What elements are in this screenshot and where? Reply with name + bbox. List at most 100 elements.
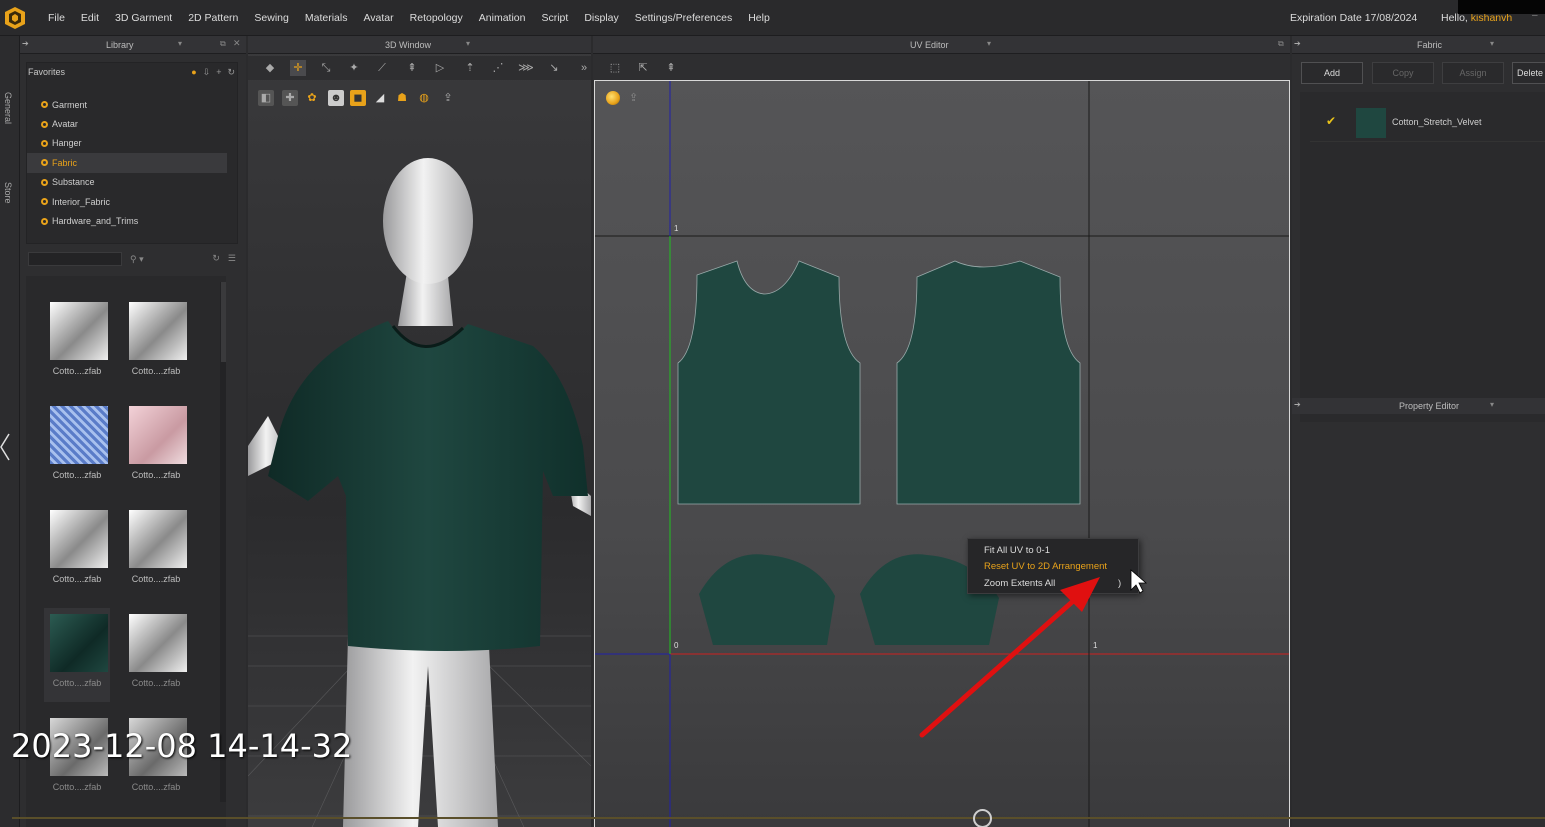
favorite-item-hanger[interactable]: Hanger [27, 134, 237, 153]
fabric-thumbnail[interactable]: Cotto....zfab [44, 608, 110, 702]
measure-tool-icon[interactable]: ⋰ [490, 60, 506, 76]
fabric-list-item[interactable]: ✔ Cotton_Stretch_Velvet [1310, 106, 1545, 142]
menu-3d-garment[interactable]: 3D Garment [107, 12, 180, 24]
menu-help[interactable]: Help [740, 12, 778, 24]
list-view-icon[interactable]: ☰ [228, 253, 236, 264]
undock-icon[interactable]: ⧉ [220, 39, 226, 49]
scrollbar-thumb[interactable] [221, 282, 226, 362]
add-button[interactable]: Add [1301, 62, 1363, 84]
assign-button[interactable]: Assign [1442, 62, 1504, 84]
menu-item-zoom-extents[interactable]: Zoom Extents All [984, 578, 1055, 589]
refresh-icon[interactable]: ↻ [227, 67, 235, 78]
dropdown-icon[interactable]: ▾ [466, 39, 470, 48]
avatar-tool-icon[interactable]: ⇡ [462, 60, 478, 76]
uv-transform-icon[interactable]: ⇱ [635, 60, 651, 76]
pin-tool-icon[interactable]: ⤡ [318, 60, 334, 76]
shade-icon[interactable]: ◼ [350, 90, 366, 106]
favorite-item-fabric[interactable]: Fabric [27, 153, 227, 173]
fold-tool-icon[interactable]: ⇞ [404, 60, 420, 76]
favorite-item-hardware-and-trims[interactable]: Hardware_and_Trims [27, 211, 237, 230]
fold-view-icon[interactable]: ◢ [372, 90, 388, 106]
uv-editor-header: UV Editor ▾ ⧉ [593, 36, 1290, 54]
window-3d[interactable]: 3D Window ▾ ◆ ✛ ⤡ ✦ ⟋ ⇞ ▷ ⇡ ⋰ ⋙ ↘ » ◧ ✚ … [248, 36, 591, 827]
undock-icon[interactable]: ⧉ [1278, 39, 1284, 49]
favorite-item-interior-fabric[interactable]: Interior_Fabric [27, 192, 237, 211]
favorite-item-substance[interactable]: Substance [27, 173, 237, 192]
menu-animation[interactable]: Animation [471, 12, 534, 24]
arrange-tool-icon[interactable]: ▷ [432, 60, 448, 76]
dropdown-icon[interactable]: ▾ [987, 39, 991, 48]
avatar-view-icon[interactable]: ☻ [328, 90, 344, 106]
brush-tool-icon[interactable]: ↘ [546, 60, 562, 76]
tape-tool-icon[interactable]: ⋙ [518, 60, 534, 76]
menu-script[interactable]: Script [533, 12, 576, 24]
menu-2d-pattern[interactable]: 2D Pattern [180, 12, 246, 24]
search-icon[interactable]: ⚲ ▾ [130, 254, 144, 265]
minimize-icon[interactable]: – [1532, 10, 1538, 21]
garment-tool-icon[interactable]: ✦ [346, 60, 362, 76]
fabric-thumbnail[interactable]: Cotto....zfab [44, 400, 110, 494]
dropdown-icon[interactable]: ▾ [1490, 400, 1494, 409]
menu-item-fit-all-uv[interactable]: Fit All UV to 0-1 [984, 545, 1050, 556]
pin-icon[interactable]: ➔ [22, 39, 29, 48]
menu-retopology[interactable]: Retopology [402, 12, 471, 24]
pin-icon[interactable]: ➔ [1294, 400, 1301, 409]
dropdown-icon[interactable]: ▾ [1490, 39, 1494, 48]
search-input[interactable] [28, 252, 122, 266]
fabric-thumbnail[interactable]: Cotto....zfab [123, 504, 189, 598]
globe-icon[interactable]: ◍ [416, 90, 432, 106]
move-tool-icon[interactable]: ✛ [290, 60, 306, 76]
menu-item-reset-uv[interactable]: Reset UV to 2D Arrangement [984, 561, 1107, 572]
expand-toolbar-icon[interactable]: » [576, 60, 591, 76]
favorite-item-avatar[interactable]: Avatar [27, 114, 237, 133]
fabric-thumbnail-image [129, 510, 187, 568]
favorite-add-icon[interactable]: ● [191, 67, 196, 78]
video-progress-knob[interactable] [973, 809, 992, 827]
import-icon[interactable]: ⇩ [203, 67, 211, 78]
uv-arrange-icon[interactable]: ⇞ [663, 60, 679, 76]
uv-export-icon[interactable]: ⇪ [629, 91, 638, 104]
window-3d-title: 3D Window [385, 40, 432, 50]
delete-button[interactable]: Delete [1512, 62, 1545, 84]
dropdown-icon[interactable]: ▾ [178, 39, 182, 48]
close-icon[interactable]: ✕ [233, 38, 241, 49]
favorite-item-garment[interactable]: Garment [27, 95, 237, 114]
tab-general[interactable]: General [3, 92, 13, 124]
app-logo-icon[interactable] [4, 6, 26, 30]
uv-canvas[interactable]: 1 0 1 ⇪ [594, 80, 1290, 827]
favorites-toolbar: ● ⇩ + ↻ [191, 67, 235, 78]
window-3d-header: 3D Window ▾ [248, 36, 591, 54]
uv-texture-icon[interactable] [606, 91, 620, 105]
menu-edit[interactable]: Edit [73, 12, 107, 24]
fabric-thumbnail[interactable]: Cotto....zfab [123, 608, 189, 702]
skin-icon[interactable]: ☗ [394, 90, 410, 106]
menu-materials[interactable]: Materials [297, 12, 356, 24]
fabric-thumbnail[interactable]: Cotto....zfab [44, 504, 110, 598]
video-progress-bar[interactable] [12, 817, 1545, 819]
menu-avatar[interactable]: Avatar [355, 12, 401, 24]
avatar-3d-model[interactable] [248, 146, 591, 827]
refresh-icon[interactable]: ↻ [212, 253, 220, 264]
fabric-thumbnail[interactable]: Cotto....zfab [123, 400, 189, 494]
select-tool-icon[interactable]: ◆ [262, 60, 278, 76]
fabric-thumbnail-label: Cotto....zfab [131, 678, 181, 688]
plus-icon[interactable]: + [216, 67, 221, 78]
scrollbar[interactable] [220, 282, 226, 802]
view-icon[interactable]: ◧ [258, 90, 274, 106]
favorite-label: Substance [52, 177, 95, 188]
menu-settings-preferences[interactable]: Settings/Preferences [627, 12, 740, 24]
pin-icon[interactable]: ➔ [1294, 39, 1301, 48]
fabric-thumbnail[interactable]: Cotto....zfab [123, 296, 189, 390]
export-icon[interactable]: ⇪ [440, 90, 456, 106]
texture-icon[interactable]: ✿ [304, 90, 320, 106]
copy-button[interactable]: Copy [1372, 62, 1434, 84]
line-tool-icon[interactable]: ⟋ [374, 60, 390, 76]
chevron-left-icon[interactable] [0, 432, 12, 462]
uv-select-icon[interactable]: ⬚ [607, 60, 623, 76]
garment-view-icon[interactable]: ✚ [282, 90, 298, 106]
menu-sewing[interactable]: Sewing [246, 12, 296, 24]
tab-store[interactable]: Store [3, 182, 13, 204]
menu-file[interactable]: File [40, 12, 73, 24]
menu-display[interactable]: Display [576, 12, 626, 24]
fabric-thumbnail[interactable]: Cotto....zfab [44, 296, 110, 390]
